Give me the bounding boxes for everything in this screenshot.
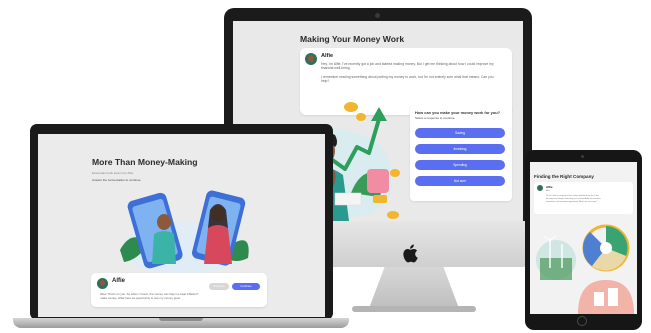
macbook-screen: More Than Money-Making Essentials bank l… [38,134,325,317]
message-card: Alfie Wow. That's on you. So when I inve… [91,273,267,307]
continue-hint: Answer the conversation to continue. [92,178,142,182]
avatar [537,185,543,191]
option-spending-button[interactable]: Spending [415,160,505,170]
message-text: Hey, I'm Alfie. I've recently got a job … [321,62,494,71]
ipad-screen: Finding the Right Company Alfie Alfie Ok… [530,162,637,314]
message-text: make money, while here as opportunity to… [100,296,181,300]
option-not-sure-button[interactable]: Not sure [415,176,505,186]
continue-button[interactable]: Continue [232,283,260,290]
message-sender-name: Alfie [546,185,553,189]
previous-button[interactable]: Previous [209,283,229,290]
apple-logo-icon [403,244,418,263]
avatar [305,53,317,65]
conversation-illustration [120,190,249,274]
message-sender-name: Alfie [112,278,126,284]
option-saving-button[interactable]: Saving [415,128,505,138]
message-sender-name: Alfie [321,53,334,59]
message-subtitle: Alfie [546,190,550,192]
ipad-camera [581,155,584,158]
page-title: Making Your Money Work [300,34,405,44]
page-subtitle: Essentials bank lesson for Alfie [92,171,134,175]
imac-stand [368,267,460,311]
message-card: Alfie Alfie Ok so I think a company shar… [534,182,633,214]
avatar [97,278,108,289]
question-text: How can you make your money work for you… [415,110,500,115]
select-hint: Select a response to continue. [415,116,456,120]
message-text: investment, and economic opportunity. Wh… [546,201,597,203]
imac-camera [375,13,380,18]
imac-stand-foot [352,306,476,312]
page-title: Finding the Right Company [534,174,594,179]
question-card: How can you make your money work for you… [410,105,512,201]
macbook-notch [159,318,203,321]
page-title: More Than Money-Making [92,157,198,167]
company-illustrations [536,224,634,314]
option-investing-button[interactable]: Investing [415,144,505,154]
ipad-home-button[interactable] [577,316,587,326]
message-text: I remember reading something about putti… [321,75,494,84]
